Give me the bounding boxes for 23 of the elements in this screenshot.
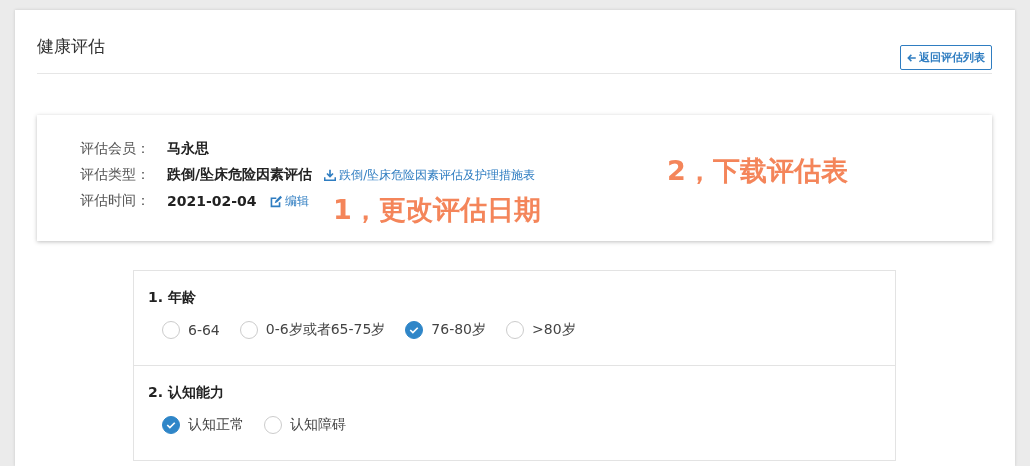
radio-option[interactable]: 76-80岁 xyxy=(405,321,486,339)
radio-option[interactable]: 认知正常 xyxy=(162,416,244,434)
field-label: 评估会员： xyxy=(80,140,151,158)
edit-link[interactable]: 编辑 xyxy=(268,192,309,210)
field-label: 评估类型： xyxy=(80,166,151,184)
page-title: 健康评估 xyxy=(37,35,105,58)
radio-option[interactable]: >80岁 xyxy=(506,321,576,339)
arrow-left-icon xyxy=(907,52,917,63)
annotation-text: 1，更改评估日期 xyxy=(333,193,541,227)
field-value: 2021-02-04 xyxy=(167,193,257,209)
question-title: 2. 认知能力 xyxy=(148,384,225,402)
radio-option[interactable]: 0-6岁或者65-75岁 xyxy=(239,321,386,339)
back-to-list-button[interactable]: 返回评估列表 xyxy=(900,45,992,70)
radio-option[interactable]: 6-64 xyxy=(162,321,220,339)
field-value: 马永思 xyxy=(167,140,209,158)
download-link[interactable]: 跌倒/坠床危险因素评估及护理措施表 xyxy=(324,166,536,184)
download-icon xyxy=(324,169,337,181)
annotation-text: 2，下载评估表 xyxy=(667,154,848,188)
field-value: 跌倒/坠床危险因素评估 xyxy=(167,166,313,184)
radio-option[interactable]: 认知障碍 xyxy=(264,416,346,434)
edit-icon xyxy=(268,194,282,208)
field-label: 评估时间： xyxy=(80,192,151,210)
question-title: 1. 年龄 xyxy=(148,289,197,307)
